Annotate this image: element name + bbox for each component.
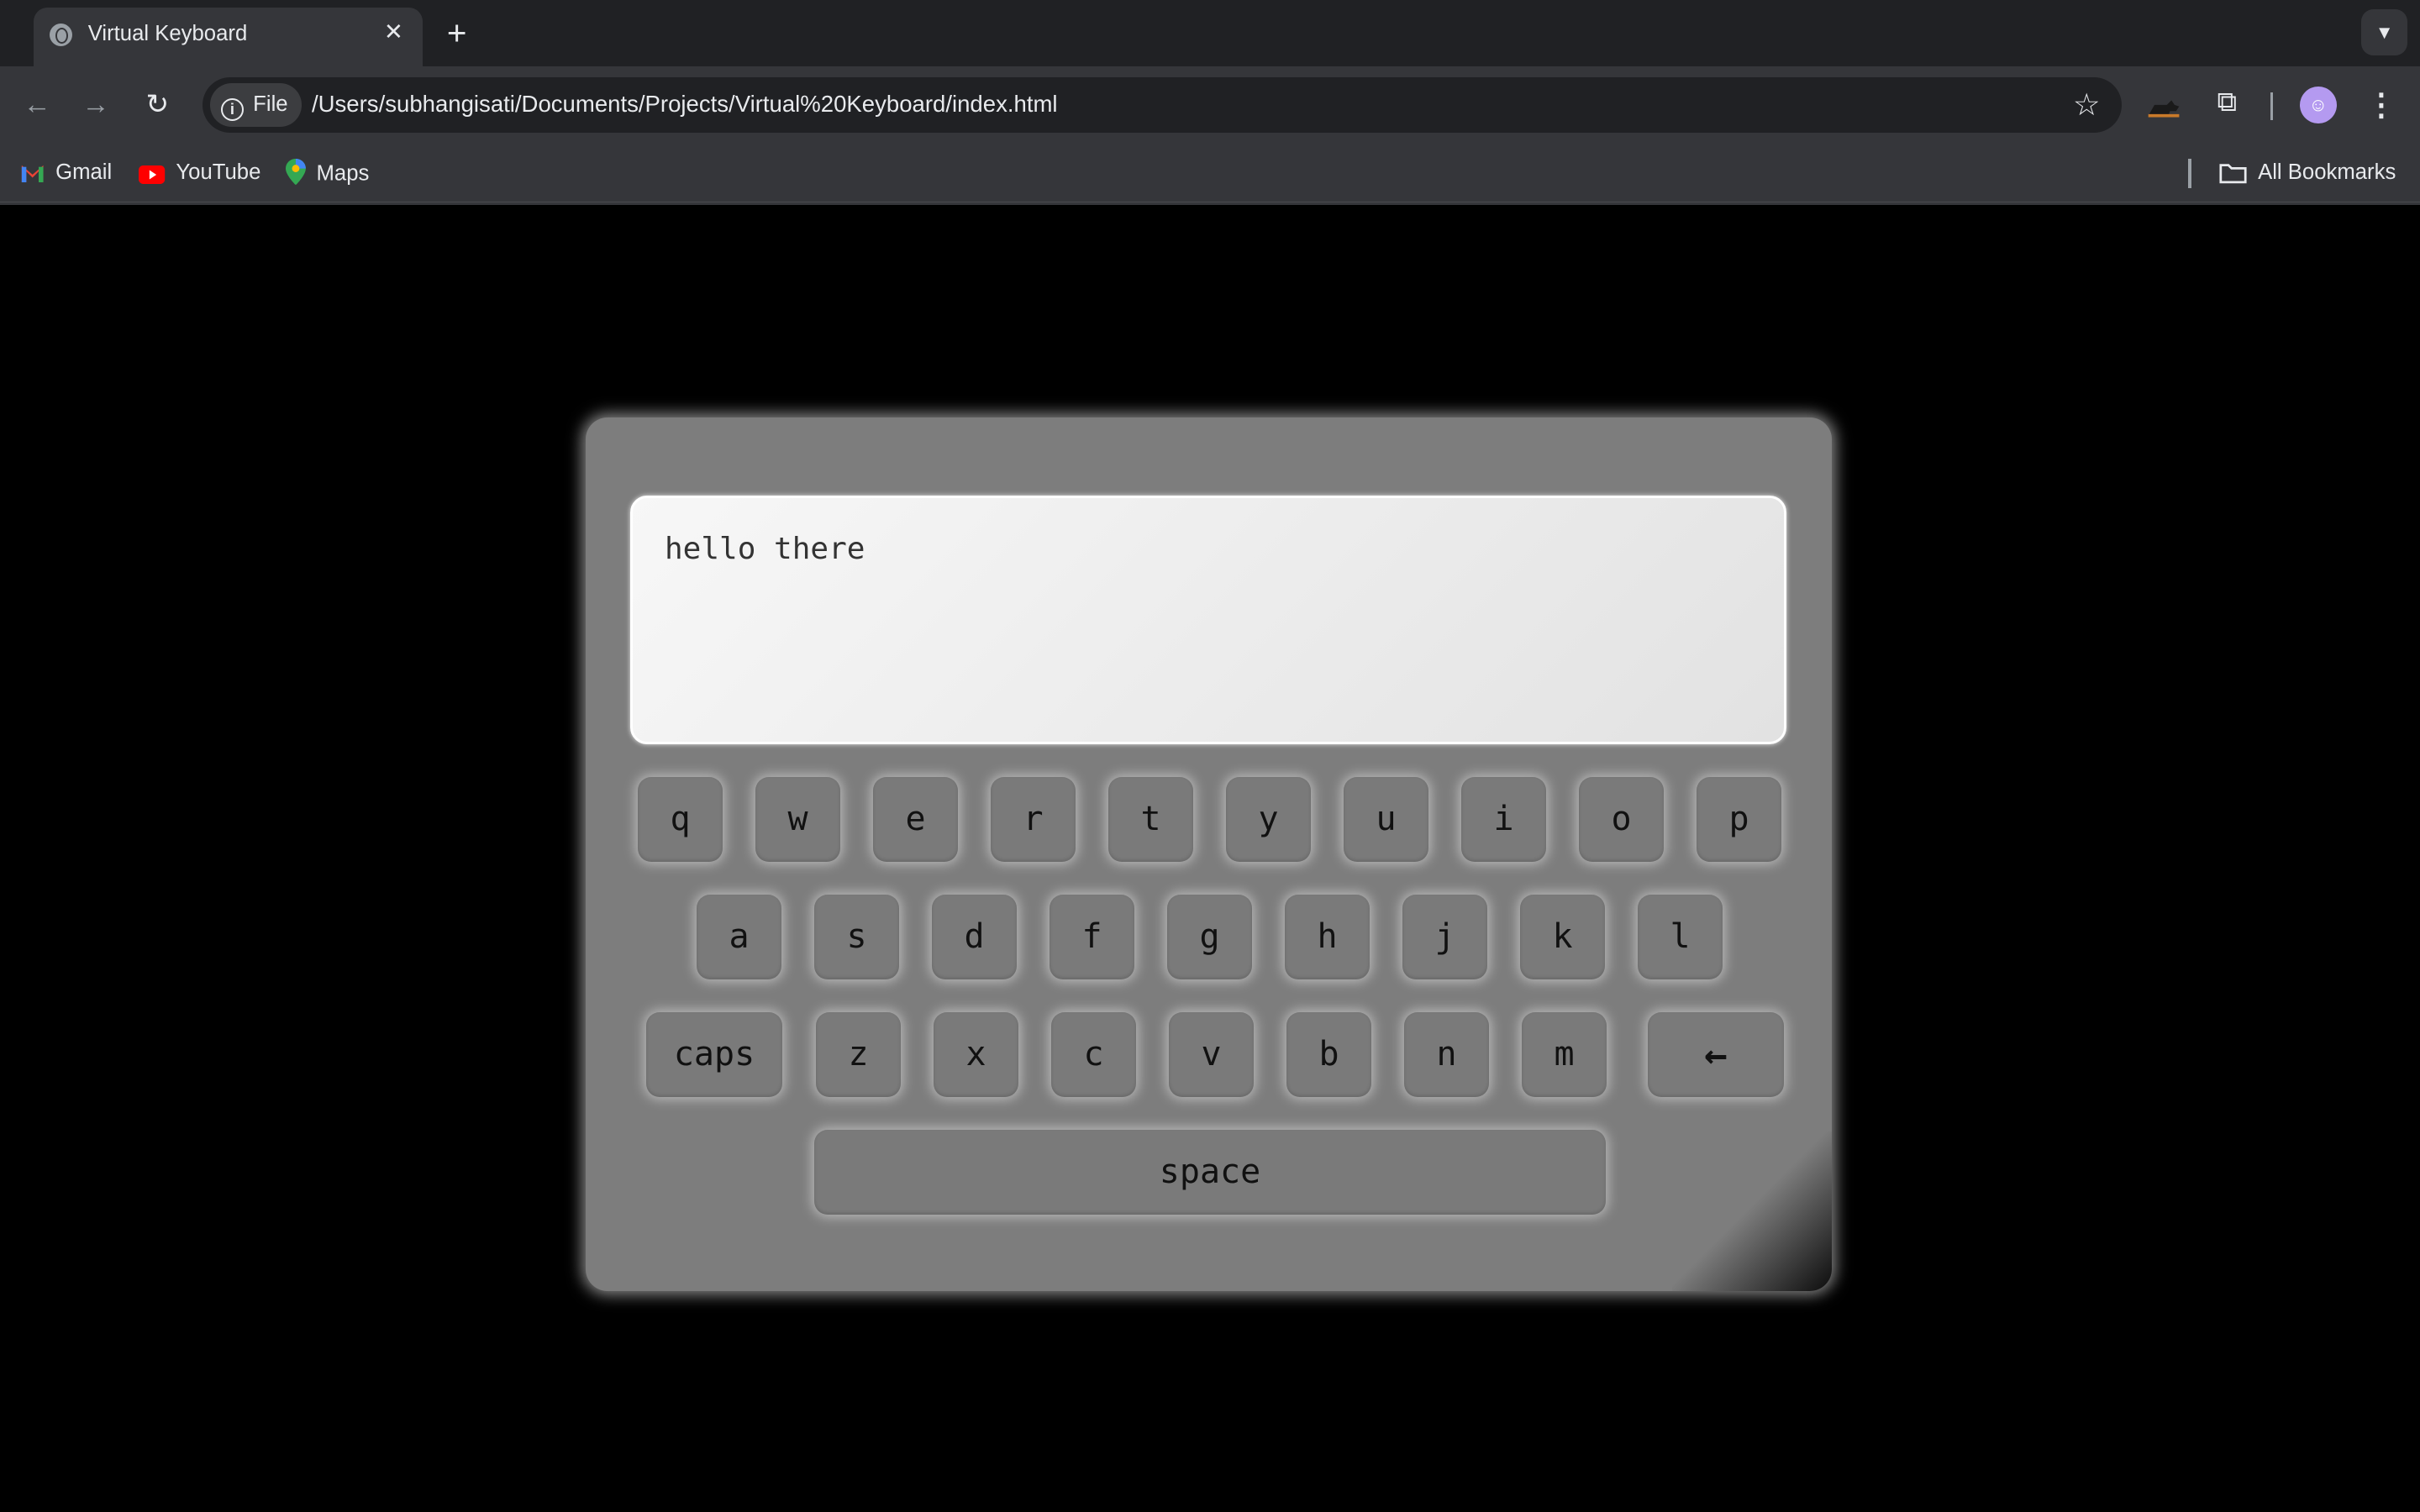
all-bookmarks-button[interactable]: All Bookmarks xyxy=(2219,159,2396,186)
key-v[interactable]: v xyxy=(1169,1012,1254,1097)
star-icon[interactable]: ☆ xyxy=(2073,87,2101,123)
key-e[interactable]: e xyxy=(873,777,958,862)
key-d[interactable]: d xyxy=(932,895,1017,979)
key-g[interactable]: g xyxy=(1167,895,1252,979)
bookmark-youtube[interactable]: YouTube xyxy=(139,159,260,186)
site-chip-label: File xyxy=(253,92,288,117)
key-k[interactable]: k xyxy=(1520,895,1605,979)
key-u[interactable]: u xyxy=(1344,777,1428,862)
caps-key[interactable]: caps xyxy=(646,1012,782,1097)
bookmark-youtube-label: YouTube xyxy=(176,160,261,185)
maps-pin-icon xyxy=(285,159,306,186)
space-key[interactable]: space xyxy=(814,1130,1606,1215)
bookmark-maps[interactable]: Maps xyxy=(285,159,370,186)
globe-icon xyxy=(49,23,73,47)
bookmarks-divider xyxy=(2188,159,2192,189)
reload-icon[interactable]: ↻ xyxy=(134,81,181,128)
key-q[interactable]: q xyxy=(638,777,723,862)
backspace-key[interactable]: ← xyxy=(1648,1012,1784,1097)
key-h[interactable]: h xyxy=(1285,895,1370,979)
virtual-keyboard: hello there q w e r t y u i o p a s d f g h j k l caps z x c v b… xyxy=(586,417,1832,1291)
key-i[interactable]: i xyxy=(1461,777,1546,862)
bookmark-gmail-label: Gmail xyxy=(55,160,113,185)
key-x[interactable]: x xyxy=(934,1012,1018,1097)
key-f[interactable]: f xyxy=(1050,895,1134,979)
key-w[interactable]: w xyxy=(755,777,840,862)
key-t[interactable]: t xyxy=(1108,777,1193,862)
folder-icon xyxy=(2219,164,2247,184)
plus-icon[interactable]: + xyxy=(437,13,477,55)
key-m[interactable]: m xyxy=(1522,1012,1607,1097)
tab-virtual-keyboard[interactable]: Virtual Keyboard ✕ xyxy=(34,8,424,66)
key-s[interactable]: s xyxy=(814,895,899,979)
toolbar: ← → ↻ i File /Users/subhangisati/Document… xyxy=(0,66,2420,144)
cat-extension-icon[interactable] xyxy=(2145,94,2182,118)
key-r[interactable]: r xyxy=(991,777,1076,862)
puzzle-icon[interactable]: ⧉ xyxy=(2208,87,2245,123)
all-bookmarks-label: All Bookmarks xyxy=(2258,160,2396,185)
info-icon: i xyxy=(220,97,245,122)
key-o[interactable]: o xyxy=(1579,777,1664,862)
bookmark-gmail[interactable]: Gmail xyxy=(20,159,112,186)
bookmarks-bar: Gmail YouTube Maps All Bookmarks xyxy=(0,144,2420,202)
avatar-icon[interactable]: ☺ xyxy=(2299,86,2337,123)
key-j[interactable]: j xyxy=(1402,895,1487,979)
gmail-icon xyxy=(21,165,44,182)
key-p[interactable]: p xyxy=(1697,777,1781,862)
forward-arrow-icon[interactable]: → xyxy=(72,81,118,128)
key-a[interactable]: a xyxy=(697,895,781,979)
youtube-icon xyxy=(139,165,166,184)
browser-chrome: Virtual Keyboard ✕ + ▼ ← → ↻ i File /User… xyxy=(0,0,2420,206)
bookmark-maps-label: Maps xyxy=(316,161,370,186)
close-icon[interactable]: ✕ xyxy=(378,17,409,48)
page-content: hello there q w e r t y u i o p a s d f g h j k l caps z x c v b… xyxy=(0,205,2420,1512)
key-z[interactable]: z xyxy=(816,1012,901,1097)
text-output-area[interactable]: hello there xyxy=(630,496,1786,744)
key-c[interactable]: c xyxy=(1051,1012,1136,1097)
tab-strip: Virtual Keyboard ✕ + ▼ xyxy=(0,0,2420,66)
url-text[interactable]: /Users/subhangisati/Documents/Projects/V… xyxy=(312,91,1058,118)
address-bar[interactable]: i File /Users/subhangisati/Documents/Proj… xyxy=(202,76,2123,133)
tab-title: Virtual Keyboard xyxy=(87,21,248,45)
key-b[interactable]: b xyxy=(1286,1012,1371,1097)
back-arrow-icon[interactable]: ← xyxy=(14,81,60,128)
chevron-down-icon[interactable]: ▼ xyxy=(2361,9,2408,56)
key-l[interactable]: l xyxy=(1638,895,1723,979)
key-y[interactable]: y xyxy=(1226,777,1311,862)
site-info-chip[interactable]: i File xyxy=(209,83,302,127)
key-n[interactable]: n xyxy=(1404,1012,1489,1097)
more-vert-icon[interactable]: ⋮ xyxy=(2366,83,2397,126)
toolbar-divider xyxy=(2270,92,2274,121)
